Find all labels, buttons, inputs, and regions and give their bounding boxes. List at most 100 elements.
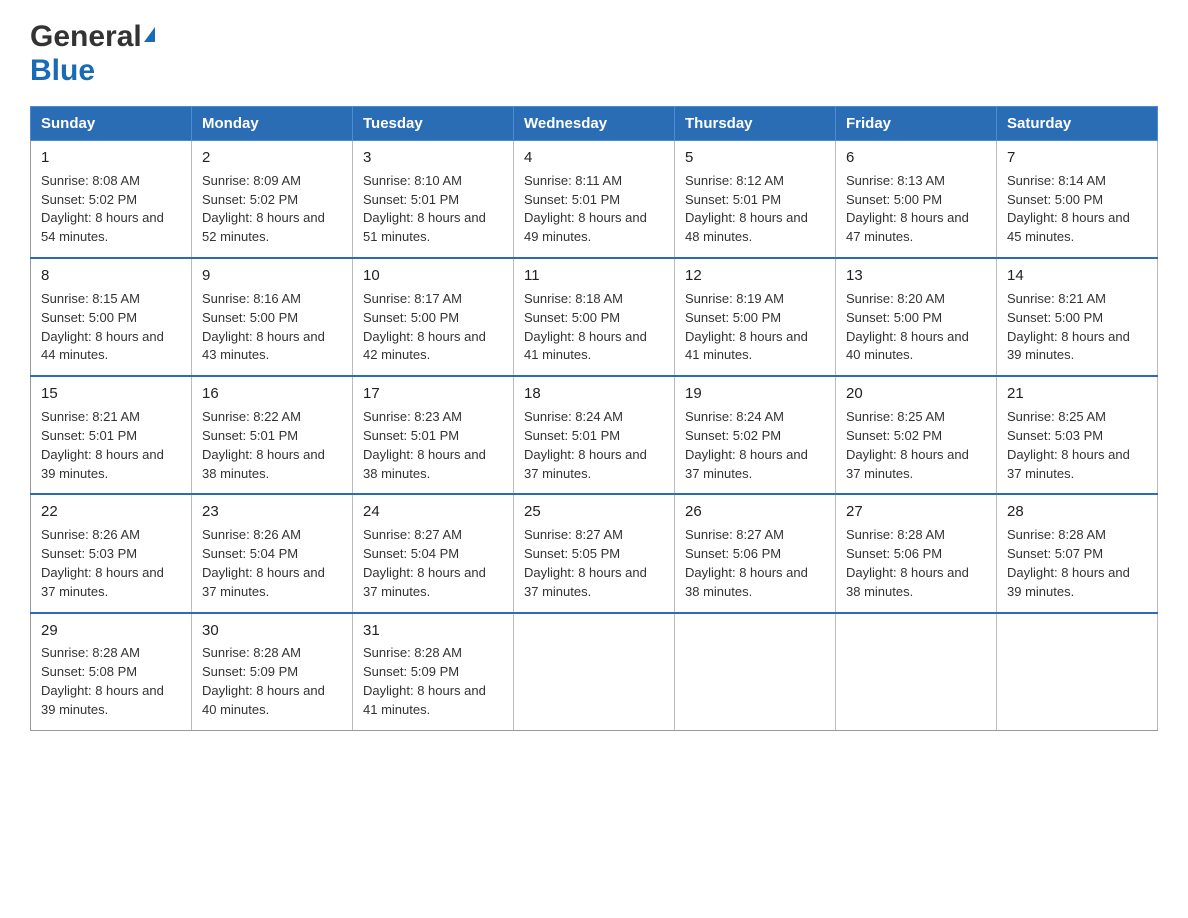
day-info: Sunrise: 8:28 AMSunset: 5:08 PMDaylight:…	[41, 645, 164, 717]
day-number: 2	[202, 147, 342, 169]
calendar-cell: 14 Sunrise: 8:21 AMSunset: 5:00 PMDayligh…	[997, 258, 1158, 376]
day-number: 25	[524, 501, 664, 523]
calendar-cell: 18 Sunrise: 8:24 AMSunset: 5:01 PMDayligh…	[514, 376, 675, 494]
calendar-table: SundayMondayTuesdayWednesdayThursdayFrid…	[30, 106, 1158, 731]
day-number: 15	[41, 383, 181, 405]
day-info: Sunrise: 8:26 AMSunset: 5:04 PMDaylight:…	[202, 527, 325, 599]
day-info: Sunrise: 8:11 AMSunset: 5:01 PMDaylight:…	[524, 173, 647, 245]
calendar-cell: 9 Sunrise: 8:16 AMSunset: 5:00 PMDaylight…	[192, 258, 353, 376]
day-info: Sunrise: 8:28 AMSunset: 5:09 PMDaylight:…	[202, 645, 325, 717]
day-info: Sunrise: 8:18 AMSunset: 5:00 PMDaylight:…	[524, 291, 647, 363]
calendar-cell: 17 Sunrise: 8:23 AMSunset: 5:01 PMDayligh…	[353, 376, 514, 494]
day-number: 20	[846, 383, 986, 405]
calendar-cell	[514, 613, 675, 731]
calendar-cell: 30 Sunrise: 8:28 AMSunset: 5:09 PMDayligh…	[192, 613, 353, 731]
day-number: 11	[524, 265, 664, 287]
day-info: Sunrise: 8:14 AMSunset: 5:00 PMDaylight:…	[1007, 173, 1130, 245]
calendar-cell: 21 Sunrise: 8:25 AMSunset: 5:03 PMDayligh…	[997, 376, 1158, 494]
page-header: General Blue	[30, 20, 1158, 88]
calendar-cell: 19Sunrise: 8:24 AMSunset: 5:02 PMDayligh…	[675, 376, 836, 494]
calendar-cell: 12 Sunrise: 8:19 AMSunset: 5:00 PMDayligh…	[675, 258, 836, 376]
day-info: Sunrise: 8:27 AMSunset: 5:06 PMDaylight:…	[685, 527, 808, 599]
day-info: Sunrise: 8:17 AMSunset: 5:00 PMDaylight:…	[363, 291, 486, 363]
day-number: 5	[685, 147, 825, 169]
col-header-sunday: Sunday	[31, 107, 192, 141]
day-number: 18	[524, 383, 664, 405]
day-number: 27	[846, 501, 986, 523]
calendar-cell: 23 Sunrise: 8:26 AMSunset: 5:04 PMDayligh…	[192, 494, 353, 612]
calendar-cell: 13Sunrise: 8:20 AMSunset: 5:00 PMDayligh…	[836, 258, 997, 376]
calendar-cell: 28Sunrise: 8:28 AMSunset: 5:07 PMDayligh…	[997, 494, 1158, 612]
calendar-cell: 31Sunrise: 8:28 AMSunset: 5:09 PMDayligh…	[353, 613, 514, 731]
day-info: Sunrise: 8:27 AMSunset: 5:05 PMDaylight:…	[524, 527, 647, 599]
day-number: 28	[1007, 501, 1147, 523]
day-info: Sunrise: 8:13 AMSunset: 5:00 PMDaylight:…	[846, 173, 969, 245]
day-info: Sunrise: 8:12 AMSunset: 5:01 PMDaylight:…	[685, 173, 808, 245]
day-number: 16	[202, 383, 342, 405]
calendar-cell: 6Sunrise: 8:13 AMSunset: 5:00 PMDaylight…	[836, 141, 997, 259]
col-header-monday: Monday	[192, 107, 353, 141]
col-header-thursday: Thursday	[675, 107, 836, 141]
calendar-cell: 26 Sunrise: 8:27 AMSunset: 5:06 PMDayligh…	[675, 494, 836, 612]
day-number: 22	[41, 501, 181, 523]
day-number: 23	[202, 501, 342, 523]
day-number: 9	[202, 265, 342, 287]
calendar-cell: 20Sunrise: 8:25 AMSunset: 5:02 PMDayligh…	[836, 376, 997, 494]
day-info: Sunrise: 8:10 AMSunset: 5:01 PMDaylight:…	[363, 173, 486, 245]
day-info: Sunrise: 8:27 AMSunset: 5:04 PMDaylight:…	[363, 527, 486, 599]
day-info: Sunrise: 8:21 AMSunset: 5:00 PMDaylight:…	[1007, 291, 1130, 363]
day-info: Sunrise: 8:15 AMSunset: 5:00 PMDaylight:…	[41, 291, 164, 363]
col-header-friday: Friday	[836, 107, 997, 141]
day-number: 29	[41, 620, 181, 642]
calendar-cell: 4 Sunrise: 8:11 AMSunset: 5:01 PMDaylight…	[514, 141, 675, 259]
day-info: Sunrise: 8:24 AMSunset: 5:01 PMDaylight:…	[524, 409, 647, 481]
day-number: 3	[363, 147, 503, 169]
day-number: 13	[846, 265, 986, 287]
day-number: 10	[363, 265, 503, 287]
day-number: 8	[41, 265, 181, 287]
day-number: 4	[524, 147, 664, 169]
calendar-cell: 2 Sunrise: 8:09 AMSunset: 5:02 PMDaylight…	[192, 141, 353, 259]
day-info: Sunrise: 8:19 AMSunset: 5:00 PMDaylight:…	[685, 291, 808, 363]
calendar-cell: 10 Sunrise: 8:17 AMSunset: 5:00 PMDayligh…	[353, 258, 514, 376]
calendar-week-row: 22 Sunrise: 8:26 AMSunset: 5:03 PMDayligh…	[31, 494, 1158, 612]
day-info: Sunrise: 8:28 AMSunset: 5:09 PMDaylight:…	[363, 645, 486, 717]
day-info: Sunrise: 8:23 AMSunset: 5:01 PMDaylight:…	[363, 409, 486, 481]
calendar-week-row: 29 Sunrise: 8:28 AMSunset: 5:08 PMDayligh…	[31, 613, 1158, 731]
calendar-cell: 16 Sunrise: 8:22 AMSunset: 5:01 PMDayligh…	[192, 376, 353, 494]
day-info: Sunrise: 8:22 AMSunset: 5:01 PMDaylight:…	[202, 409, 325, 481]
day-number: 21	[1007, 383, 1147, 405]
calendar-cell: 5 Sunrise: 8:12 AMSunset: 5:01 PMDaylight…	[675, 141, 836, 259]
calendar-cell: 25 Sunrise: 8:27 AMSunset: 5:05 PMDayligh…	[514, 494, 675, 612]
day-info: Sunrise: 8:25 AMSunset: 5:03 PMDaylight:…	[1007, 409, 1130, 481]
calendar-cell: 7 Sunrise: 8:14 AMSunset: 5:00 PMDaylight…	[997, 141, 1158, 259]
calendar-cell: 8 Sunrise: 8:15 AMSunset: 5:00 PMDaylight…	[31, 258, 192, 376]
calendar-cell	[836, 613, 997, 731]
day-number: 14	[1007, 265, 1147, 287]
day-number: 30	[202, 620, 342, 642]
day-number: 17	[363, 383, 503, 405]
calendar-cell: 11 Sunrise: 8:18 AMSunset: 5:00 PMDayligh…	[514, 258, 675, 376]
day-number: 26	[685, 501, 825, 523]
calendar-header-row: SundayMondayTuesdayWednesdayThursdayFrid…	[31, 107, 1158, 141]
day-number: 1	[41, 147, 181, 169]
calendar-cell: 15 Sunrise: 8:21 AMSunset: 5:01 PMDayligh…	[31, 376, 192, 494]
day-number: 24	[363, 501, 503, 523]
day-info: Sunrise: 8:24 AMSunset: 5:02 PMDaylight:…	[685, 409, 808, 481]
day-info: Sunrise: 8:28 AMSunset: 5:06 PMDaylight:…	[846, 527, 969, 599]
calendar-week-row: 8 Sunrise: 8:15 AMSunset: 5:00 PMDaylight…	[31, 258, 1158, 376]
day-info: Sunrise: 8:26 AMSunset: 5:03 PMDaylight:…	[41, 527, 164, 599]
calendar-cell: 27 Sunrise: 8:28 AMSunset: 5:06 PMDayligh…	[836, 494, 997, 612]
logo-triangle-icon	[144, 27, 155, 42]
calendar-cell: 1Sunrise: 8:08 AMSunset: 5:02 PMDaylight…	[31, 141, 192, 259]
day-info: Sunrise: 8:16 AMSunset: 5:00 PMDaylight:…	[202, 291, 325, 363]
col-header-saturday: Saturday	[997, 107, 1158, 141]
calendar-cell: 29 Sunrise: 8:28 AMSunset: 5:08 PMDayligh…	[31, 613, 192, 731]
calendar-cell: 24 Sunrise: 8:27 AMSunset: 5:04 PMDayligh…	[353, 494, 514, 612]
calendar-cell	[675, 613, 836, 731]
day-number: 12	[685, 265, 825, 287]
day-info: Sunrise: 8:09 AMSunset: 5:02 PMDaylight:…	[202, 173, 325, 245]
day-number: 7	[1007, 147, 1147, 169]
logo: General Blue	[30, 20, 155, 88]
day-info: Sunrise: 8:21 AMSunset: 5:01 PMDaylight:…	[41, 409, 164, 481]
